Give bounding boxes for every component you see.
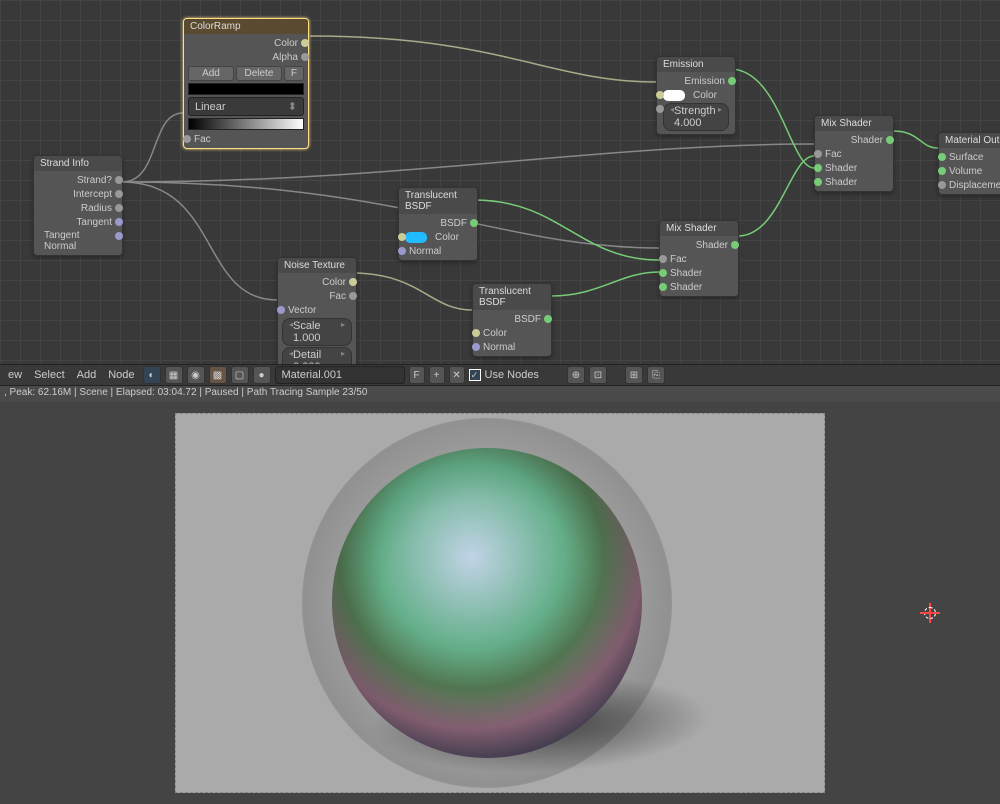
node-header: Material Out bbox=[939, 133, 1000, 148]
node-translucent-bsdf-2[interactable]: Translucent BSDF BSDF Color Normal bbox=[472, 283, 552, 357]
texture-icon[interactable]: ▩ bbox=[209, 366, 227, 384]
colorramp-delete-button[interactable]: Delete bbox=[236, 66, 282, 81]
add-material-button[interactable]: + bbox=[429, 366, 445, 384]
render-result bbox=[175, 413, 825, 793]
use-nodes-checkbox[interactable]: ✓Use Nodes bbox=[469, 369, 539, 381]
copy-icon[interactable]: ⎘ bbox=[647, 366, 665, 384]
colorramp-add-button[interactable]: Add bbox=[188, 66, 234, 81]
color-swatch[interactable] bbox=[405, 232, 427, 243]
material-icon[interactable]: ▦ bbox=[165, 366, 183, 384]
world-icon[interactable]: ◉ bbox=[187, 366, 205, 384]
pin-icon[interactable]: ⊕ bbox=[567, 366, 585, 384]
node-header: Noise Texture bbox=[278, 258, 356, 273]
f-button[interactable]: F bbox=[409, 366, 425, 384]
sphere-icon[interactable]: ● bbox=[253, 366, 271, 384]
node-material-output[interactable]: Material Out Surface Volume Displacement bbox=[938, 132, 1000, 195]
node-strand-info[interactable]: Strand Info Strand? Intercept Radius Tan… bbox=[33, 155, 123, 256]
colorramp-interpolation[interactable]: Linear⬍ bbox=[188, 97, 304, 116]
colorramp-gradient[interactable] bbox=[188, 118, 304, 130]
node-header: ColorRamp bbox=[184, 19, 308, 34]
menu-add[interactable]: Add bbox=[73, 369, 101, 381]
2d-cursor-icon bbox=[920, 603, 940, 623]
colorramp-f-button[interactable]: F bbox=[284, 66, 304, 81]
node-header: Strand Info bbox=[34, 156, 122, 171]
unlink-button[interactable]: ✕ bbox=[449, 366, 465, 384]
menu-view[interactable]: ew bbox=[4, 369, 26, 381]
node-header: Mix Shader bbox=[815, 116, 893, 131]
colorramp-slider[interactable] bbox=[188, 83, 304, 95]
noise-scale-field[interactable]: ◂Scale 1.000▸ bbox=[282, 318, 352, 346]
material-selector[interactable]: Material.001 bbox=[275, 366, 405, 384]
snap-icon[interactable]: ⊞ bbox=[625, 366, 643, 384]
node-emission[interactable]: Emission Emission Color ◂Strength 4.000▸ bbox=[656, 56, 736, 135]
node-translucent-bsdf-1[interactable]: Translucent BSDF BSDF Color Normal bbox=[398, 187, 478, 261]
menu-select[interactable]: Select bbox=[30, 369, 69, 381]
node-mix-shader-2[interactable]: Mix Shader Shader Fac Shader Shader bbox=[814, 115, 894, 192]
node-mix-shader-1[interactable]: Mix Shader Shader Fac Shader Shader bbox=[659, 220, 739, 297]
render-status: , Peak: 62.16M | Scene | Elapsed: 03:04.… bbox=[0, 386, 1000, 402]
backdrop-icon[interactable]: ⊡ bbox=[589, 366, 607, 384]
node-header: Emission bbox=[657, 57, 735, 72]
node-header: Translucent BSDF bbox=[399, 188, 477, 214]
emission-strength-field[interactable]: ◂Strength 4.000▸ bbox=[663, 103, 729, 131]
node-toolbar: ew Select Add Node ◐ ▦ ◉ ▩ ▢ ● Material.… bbox=[0, 364, 1000, 386]
image-viewport[interactable] bbox=[0, 402, 1000, 804]
node-header: Translucent BSDF bbox=[473, 284, 551, 310]
menu-node[interactable]: Node bbox=[104, 369, 138, 381]
node-colorramp[interactable]: ColorRamp Color Alpha Add Delete F Linea… bbox=[183, 18, 309, 149]
node-editor[interactable]: Strand Info Strand? Intercept Radius Tan… bbox=[0, 0, 1000, 364]
color-swatch[interactable] bbox=[663, 90, 685, 101]
shader-type-icon[interactable]: ◐ bbox=[143, 366, 161, 384]
object-mode-icon[interactable]: ▢ bbox=[231, 366, 249, 384]
node-header: Mix Shader bbox=[660, 221, 738, 236]
